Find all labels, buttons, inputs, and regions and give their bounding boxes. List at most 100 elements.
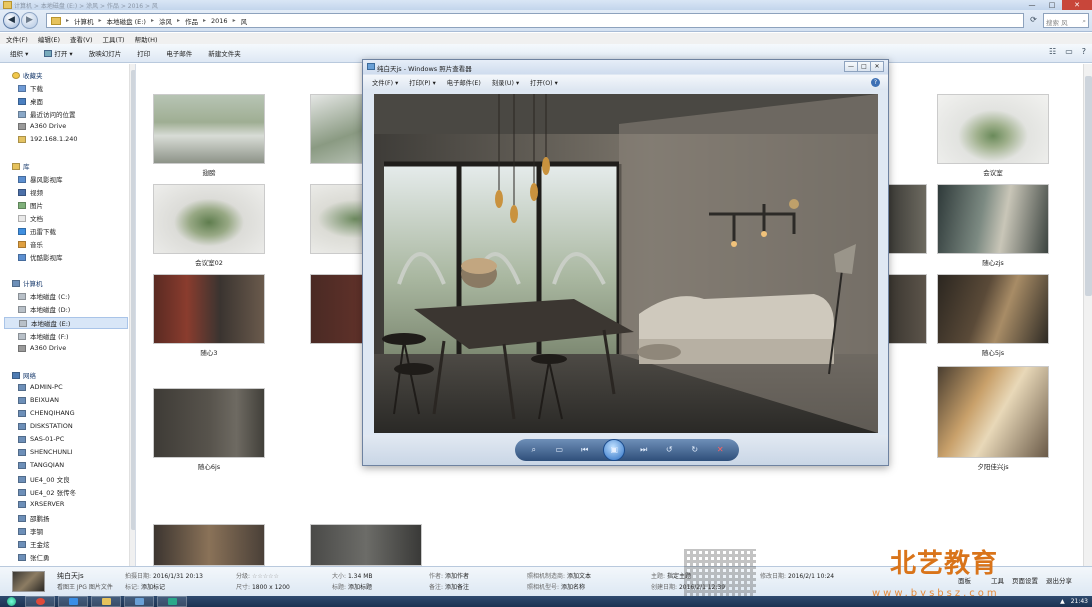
- sidebar-item-xunlei[interactable]: 迅雷下载: [18, 226, 56, 236]
- sidebar-group-favorites[interactable]: 收藏夹: [12, 70, 43, 80]
- sidebar-item-network-pc[interactable]: CHENQIHANG: [18, 409, 75, 417]
- sidebar-item-network-pc[interactable]: SAS-01-PC: [18, 435, 64, 443]
- details-comment[interactable]: 备注: 添加备注: [429, 582, 469, 591]
- breadcrumb-item[interactable]: 本地磁盘 (E:): [107, 16, 146, 26]
- sidebar-item-recent[interactable]: 最近访问的位置: [18, 109, 76, 119]
- menu-tools[interactable]: 工具(T): [103, 34, 125, 44]
- viewer-close-button[interactable]: ✕: [870, 61, 884, 72]
- sidebar-item-drive-e[interactable]: 本地磁盘 (E:): [4, 317, 128, 329]
- file-thumbnail[interactable]: [310, 524, 422, 566]
- details-rating[interactable]: 分级: ☆☆☆☆☆: [236, 571, 279, 580]
- new-folder-button[interactable]: 新建文件夹: [208, 48, 241, 58]
- clock[interactable]: 21:43: [1071, 598, 1088, 605]
- viewer-menu-email[interactable]: 电子邮件(E): [447, 78, 481, 87]
- file-thumbnail[interactable]: 随心5js: [937, 274, 1049, 357]
- scrollbar-thumb[interactable]: [1085, 76, 1092, 296]
- view-options-icon[interactable]: ☷: [1049, 47, 1056, 56]
- refresh-icon[interactable]: ⟳: [1027, 13, 1040, 28]
- delete-icon[interactable]: ✕: [713, 443, 727, 457]
- minimize-button[interactable]: —: [1022, 0, 1042, 10]
- file-thumbnail[interactable]: 随心3: [153, 274, 265, 357]
- help-icon[interactable]: ?: [871, 78, 880, 87]
- sidebar-item-network-pc[interactable]: DISKSTATION: [18, 422, 73, 430]
- sidebar-group-libraries[interactable]: 库: [12, 161, 30, 171]
- rotate-left-icon[interactable]: ↺: [662, 443, 676, 457]
- menu-edit[interactable]: 编辑(E): [38, 34, 60, 44]
- breadcrumb-item[interactable]: 涂风: [159, 16, 172, 26]
- file-thumbnail[interactable]: [887, 184, 927, 257]
- sidebar-item-videos[interactable]: 视频: [18, 187, 43, 197]
- viewer-menu-open[interactable]: 打开(O) ▾: [530, 78, 558, 87]
- details-camera-maker[interactable]: 照相机制造商: 添加文本: [527, 571, 591, 580]
- slideshow-icon[interactable]: ▣: [603, 439, 626, 461]
- sidebar-item-network-pc[interactable]: TANGQIAN: [18, 461, 64, 469]
- sidebar-item-network-pc[interactable]: 张仁勇: [18, 552, 50, 562]
- menu-help[interactable]: 帮助(H): [135, 34, 158, 44]
- details-camera-model[interactable]: 照相机型号: 添加名称: [527, 582, 585, 591]
- page-setup-button[interactable]: 页面设置: [1012, 575, 1038, 585]
- sidebar-item-network-pc[interactable]: BEIXUAN: [18, 396, 59, 404]
- print-button[interactable]: 打印: [137, 48, 150, 58]
- file-thumbnail[interactable]: 会议室: [937, 94, 1049, 177]
- file-thumbnail[interactable]: [153, 524, 265, 566]
- breadcrumb-item[interactable]: 2016: [211, 17, 228, 25]
- file-thumbnail[interactable]: 夕阳佳兴js: [937, 366, 1049, 471]
- sidebar-item-network-pc[interactable]: UE4_00 文良: [18, 474, 70, 484]
- file-thumbnail[interactable]: 随心6js: [153, 388, 265, 471]
- rotate-right-icon[interactable]: ↻: [688, 443, 702, 457]
- start-button[interactable]: [0, 596, 22, 607]
- sidebar-group-computer[interactable]: 计算机: [12, 278, 43, 288]
- details-author[interactable]: 作者: 添加作者: [429, 571, 469, 580]
- content-scrollbar[interactable]: [1083, 64, 1092, 566]
- organize-button[interactable]: 组织 ▾: [10, 48, 28, 58]
- email-button[interactable]: 电子邮件: [166, 48, 192, 58]
- sidebar-item-pictures[interactable]: 图片: [18, 200, 43, 210]
- sidebar-item-network-pc[interactable]: 邵鹏扬: [18, 513, 50, 523]
- taskbar-app-chrome[interactable]: [25, 596, 55, 607]
- sidebar-item-youku[interactable]: 优酷影视库: [18, 252, 63, 262]
- file-thumbnail[interactable]: 随心zjs: [937, 184, 1049, 267]
- viewer-maximize-button[interactable]: □: [857, 61, 871, 72]
- back-arrow-icon[interactable]: ◀: [3, 12, 20, 29]
- viewer-menu-file[interactable]: 文件(F) ▾: [372, 78, 398, 87]
- sidebar-item-network-pc[interactable]: 王金炫: [18, 539, 50, 549]
- slideshow-button[interactable]: 放映幻灯片: [89, 48, 122, 58]
- taskbar-app-3ds[interactable]: [157, 596, 187, 607]
- breadcrumb-item[interactable]: 计算机: [74, 16, 94, 26]
- help-icon[interactable]: ?: [1082, 47, 1086, 56]
- viewer-minimize-button[interactable]: —: [844, 61, 858, 72]
- scrollbar-thumb[interactable]: [131, 70, 135, 530]
- maximize-button[interactable]: □: [1042, 0, 1062, 10]
- forward-arrow-icon[interactable]: ▶: [21, 12, 38, 29]
- panel-button[interactable]: 面板: [958, 575, 971, 585]
- file-thumbnail[interactable]: [887, 274, 927, 347]
- sidebar-group-network[interactable]: 网络: [12, 370, 36, 380]
- sidebar-item-a360[interactable]: A360 Drive: [18, 122, 66, 130]
- sidebar-item-network-share[interactable]: 192.168.1.240: [18, 135, 78, 143]
- previous-icon[interactable]: ⏮: [578, 443, 592, 457]
- tools-button[interactable]: 工具: [991, 575, 1004, 585]
- open-button[interactable]: 打开 ▾: [44, 48, 73, 58]
- viewer-menu-burn[interactable]: 刻录(U) ▾: [492, 78, 519, 87]
- sidebar-item-drive-c[interactable]: 本地磁盘 (C:): [18, 291, 70, 301]
- actual-size-icon[interactable]: ▭: [552, 443, 566, 457]
- file-thumbnail[interactable]: 翅膀: [153, 94, 265, 177]
- exit-share-button[interactable]: 退出分享: [1046, 575, 1072, 585]
- sidebar-item-a360-drive[interactable]: A360 Drive: [18, 344, 66, 352]
- sidebar-item-network-pc[interactable]: UE4_02 张传冬: [18, 487, 76, 497]
- sidebar-item-desktop[interactable]: 桌面: [18, 96, 43, 106]
- sidebar-item-drive-f[interactable]: 本地磁盘 (F:): [18, 331, 69, 341]
- menu-view[interactable]: 查看(V): [70, 34, 93, 44]
- breadcrumb-item[interactable]: 风: [241, 16, 248, 26]
- taskbar-app-photo[interactable]: [124, 596, 154, 607]
- sidebar-item-drive-d[interactable]: 本地磁盘 (D:): [18, 304, 70, 314]
- file-thumbnail[interactable]: 会议室02: [153, 184, 265, 267]
- details-title[interactable]: 标题: 添加标题: [332, 582, 372, 591]
- sidebar-item-downloads[interactable]: 下载: [18, 83, 43, 93]
- zoom-icon[interactable]: ⌕: [527, 443, 541, 457]
- sidebar-item-music[interactable]: 音乐: [18, 239, 43, 249]
- network-tray-icon[interactable]: ▲: [1060, 598, 1065, 605]
- details-tags[interactable]: 标记: 添加标记: [125, 582, 165, 591]
- sidebar-scrollbar[interactable]: [129, 64, 135, 566]
- sidebar-item-network-pc[interactable]: ADMIN-PC: [18, 383, 63, 391]
